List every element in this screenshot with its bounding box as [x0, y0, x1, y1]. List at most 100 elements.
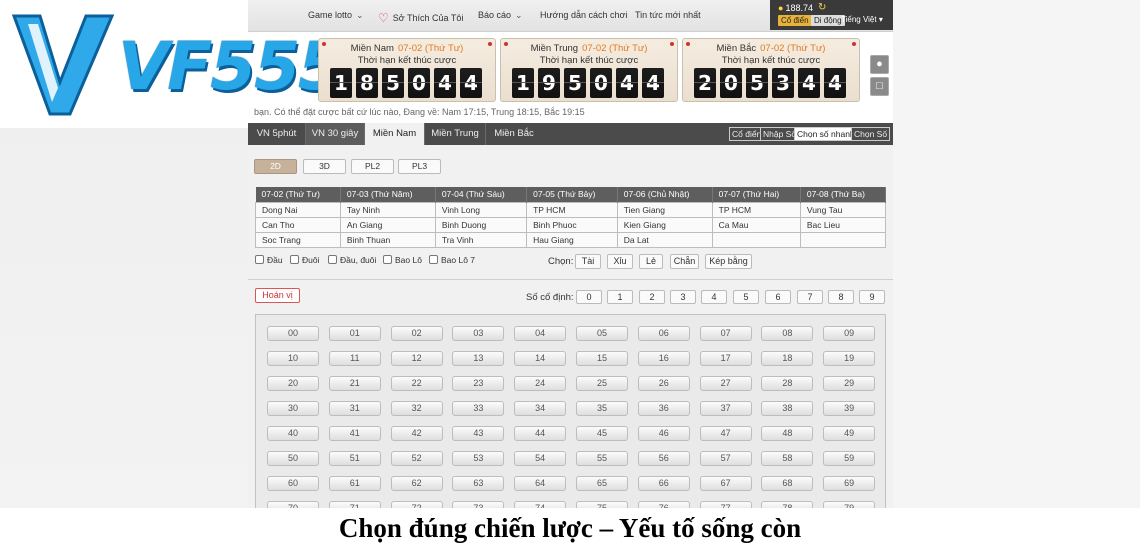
number-button[interactable]: 68 [761, 476, 814, 491]
mode-chon-so[interactable]: Chọn Số [851, 127, 891, 141]
fixed-digit-button[interactable]: 2 [639, 290, 665, 304]
classic-mode-button[interactable]: Cổ điển [778, 15, 812, 26]
fixed-digit-button[interactable]: 7 [797, 290, 823, 304]
checkbox-bao-lo-7[interactable]: Bao Lô 7 [429, 255, 475, 265]
number-button[interactable]: 03 [452, 326, 505, 341]
fixed-digit-button[interactable]: 3 [670, 290, 696, 304]
pick-xiu-button[interactable]: Xỉu [607, 254, 633, 269]
province-cell[interactable]: Binh Phuoc [526, 216, 618, 233]
number-button[interactable]: 54 [514, 451, 567, 466]
fixed-digit-button[interactable]: 8 [828, 290, 854, 304]
number-button[interactable]: 29 [823, 376, 876, 391]
number-button[interactable]: 09 [823, 326, 876, 341]
number-button[interactable]: 00 [267, 326, 319, 341]
number-button[interactable]: 21 [328, 376, 381, 391]
fixed-digit-button[interactable]: 0 [576, 290, 602, 304]
number-button[interactable]: 19 [823, 351, 876, 366]
number-button[interactable]: 15 [576, 351, 628, 366]
province-cell[interactable]: Can Tho [255, 216, 341, 233]
nav-reports[interactable]: Báo cáo ⌄ [478, 10, 523, 21]
number-button[interactable]: 30 [267, 401, 319, 416]
number-button[interactable]: 05 [576, 326, 628, 341]
number-button[interactable]: 04 [514, 326, 567, 341]
pick-le-button[interactable]: Lẻ [639, 254, 663, 269]
province-cell[interactable]: Bac Lieu [799, 216, 887, 233]
number-button[interactable]: 56 [637, 451, 690, 466]
tab-vn-30giay[interactable]: VN 30 giây [306, 123, 365, 145]
language-select[interactable]: Tiếng Việt ▾ [841, 15, 883, 24]
province-cell[interactable]: Tra Vinh [434, 231, 528, 248]
fixed-digit-button[interactable]: 1 [607, 290, 633, 304]
number-button[interactable]: 59 [823, 451, 876, 466]
mobile-mode-button[interactable]: Di động [811, 15, 845, 26]
sub-tab-pl2[interactable]: PL2 [351, 159, 394, 174]
number-button[interactable]: 65 [576, 476, 628, 491]
number-button[interactable]: 47 [699, 426, 752, 441]
mode-chon-so-nhanh[interactable]: Chọn số nhanh [794, 127, 858, 141]
province-cell[interactable]: Ca Mau [711, 216, 801, 233]
number-button[interactable]: 49 [823, 426, 876, 441]
number-button[interactable]: 36 [637, 401, 690, 416]
number-button[interactable]: 39 [823, 401, 876, 416]
number-button[interactable]: 63 [452, 476, 505, 491]
tab-vn-5phut[interactable]: VN 5phút [248, 123, 306, 145]
checkbox-dau-duoi[interactable]: Đầu, đuôi [328, 255, 376, 265]
fixed-digit-button[interactable]: 5 [733, 290, 759, 304]
number-button[interactable]: 33 [452, 401, 505, 416]
number-button[interactable]: 27 [699, 376, 752, 391]
pick-chan-button[interactable]: Chẵn [670, 254, 699, 269]
number-button[interactable]: 64 [514, 476, 567, 491]
province-cell[interactable]: TP HCM [711, 201, 801, 218]
fixed-digit-button[interactable]: 9 [859, 290, 885, 304]
number-button[interactable]: 17 [699, 351, 752, 366]
province-cell[interactable]: Vinh Long [434, 201, 528, 218]
number-button[interactable]: 34 [514, 401, 567, 416]
number-button[interactable]: 61 [328, 476, 381, 491]
sub-tab-pl3[interactable]: PL3 [398, 159, 441, 174]
number-button[interactable]: 23 [452, 376, 505, 391]
number-button[interactable]: 28 [761, 376, 814, 391]
number-button[interactable]: 12 [390, 351, 443, 366]
number-button[interactable]: 58 [761, 451, 814, 466]
number-button[interactable]: 43 [452, 426, 505, 441]
number-button[interactable]: 25 [576, 376, 628, 391]
number-button[interactable]: 35 [576, 401, 628, 416]
number-button[interactable]: 66 [637, 476, 690, 491]
checkbox-duoi[interactable]: Đuôi [290, 255, 319, 265]
nav-favorites[interactable]: ♡ Sở Thích Của Tôi [378, 10, 463, 25]
number-button[interactable]: 14 [514, 351, 567, 366]
number-button[interactable]: 52 [390, 451, 443, 466]
province-cell[interactable]: Binh Thuan [339, 231, 436, 248]
number-button[interactable]: 40 [267, 426, 319, 441]
number-button[interactable]: 22 [390, 376, 443, 391]
number-button[interactable]: 50 [267, 451, 319, 466]
number-button[interactable]: 18 [761, 351, 814, 366]
number-button[interactable]: 24 [514, 376, 567, 391]
sub-tab-3d[interactable]: 3D [303, 159, 346, 174]
number-button[interactable]: 60 [267, 476, 319, 491]
province-cell[interactable]: TP HCM [526, 201, 618, 218]
number-button[interactable]: 62 [390, 476, 443, 491]
document-icon[interactable]: □ [870, 77, 889, 96]
number-button[interactable]: 41 [328, 426, 381, 441]
province-cell[interactable]: Binh Duong [434, 216, 528, 233]
province-cell[interactable]: Vung Tau [799, 201, 887, 218]
number-button[interactable]: 20 [267, 376, 319, 391]
province-cell[interactable]: Tien Giang [616, 201, 713, 218]
number-button[interactable]: 57 [699, 451, 752, 466]
checkbox-dau[interactable]: Đầu [255, 255, 283, 265]
province-cell[interactable]: Kien Giang [616, 216, 713, 233]
tab-mien-nam[interactable]: Miền Nam [365, 123, 425, 145]
number-button[interactable]: 11 [328, 351, 381, 366]
number-button[interactable]: 10 [267, 351, 319, 366]
number-button[interactable]: 45 [576, 426, 628, 441]
fixed-digit-button[interactable]: 6 [765, 290, 791, 304]
pick-tai-button[interactable]: Tài [575, 254, 601, 269]
checkbox-bao-lo[interactable]: Bao Lô [383, 255, 422, 265]
number-button[interactable]: 06 [637, 326, 690, 341]
province-cell[interactable]: An Giang [339, 216, 436, 233]
number-button[interactable]: 69 [823, 476, 876, 491]
number-button[interactable]: 32 [390, 401, 443, 416]
number-button[interactable]: 31 [328, 401, 381, 416]
number-button[interactable]: 46 [637, 426, 690, 441]
